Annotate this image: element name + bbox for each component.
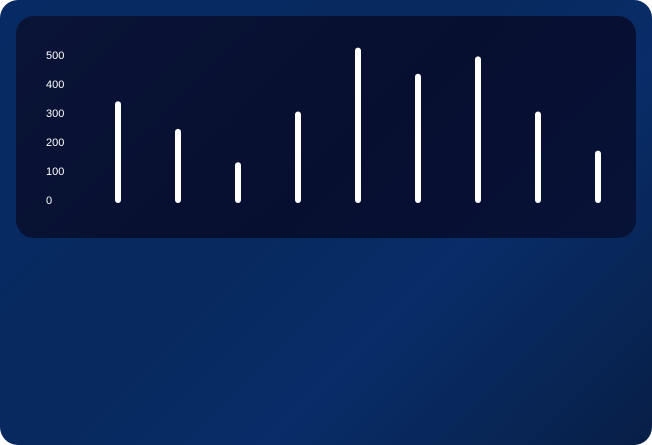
bar: [295, 111, 301, 203]
bar: [355, 47, 361, 204]
bar: [475, 56, 481, 203]
dashboard-frame: 0 100 200 300 400 500: [0, 0, 652, 445]
bar: [415, 73, 421, 203]
chart-panel: 0 100 200 300 400 500: [16, 16, 636, 238]
bar: [535, 111, 541, 203]
bar: [235, 162, 241, 203]
y-axis: 0 100 200 300 400 500: [46, 50, 64, 207]
y-tick-label: 100: [46, 166, 64, 178]
y-tick-label: 400: [46, 79, 64, 91]
y-tick-label: 0: [46, 195, 52, 207]
bar: [175, 128, 181, 203]
y-tick-label: 200: [46, 137, 64, 149]
bars-group: [115, 47, 601, 204]
y-tick-label: 500: [46, 50, 64, 62]
bar: [115, 101, 121, 203]
y-tick-label: 300: [46, 108, 64, 120]
bar: [595, 150, 601, 203]
bar-chart: 0 100 200 300 400 500: [46, 47, 601, 207]
